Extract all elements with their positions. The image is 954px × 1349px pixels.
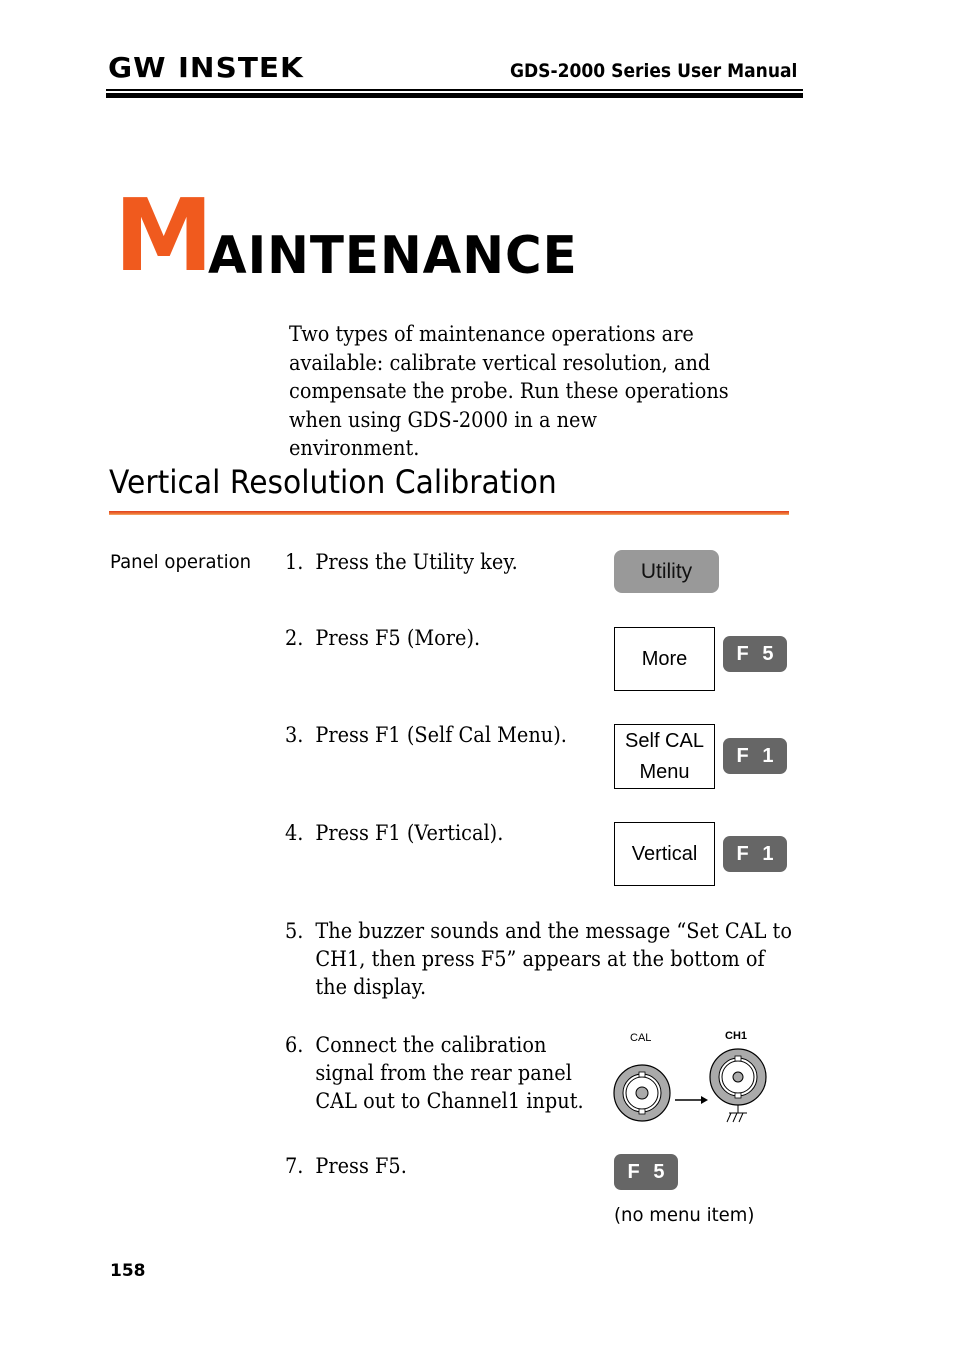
f5-key[interactable]: F 5 (614, 1154, 678, 1190)
chapter-title: AINTENANCE (208, 226, 578, 286)
self-cal-menu-softkey[interactable]: Self CAL Menu (614, 724, 715, 789)
header-rule-thick (106, 93, 803, 98)
more-softkey[interactable]: More (614, 627, 715, 691)
softkey-line: Menu (639, 760, 690, 783)
utility-key[interactable]: Utility (614, 550, 719, 593)
ch1-bnc-connector-icon (709, 1048, 767, 1106)
softkey-line: Self CAL (625, 729, 704, 752)
f1-key[interactable]: F 1 (723, 738, 787, 774)
chapter-initial: M (114, 177, 214, 294)
step-number: 5. (285, 919, 304, 943)
step-number: 7. (285, 1154, 304, 1178)
f5-key[interactable]: F 5 (723, 636, 787, 672)
step-text: Press the Utility key. (315, 550, 518, 574)
cal-to-ch1-diagram (613, 1048, 767, 1123)
section-rule (109, 511, 789, 515)
page-number: 158 (110, 1261, 146, 1281)
manual-title: GDS-2000 Series User Manual (509, 60, 797, 82)
step-text: Press F1 (Self Cal Menu). (315, 723, 567, 747)
arrow-right-icon (675, 1096, 708, 1104)
step-number: 3. (285, 723, 304, 747)
ch1-label: CH1 (725, 1030, 748, 1042)
cal-bnc-connector-icon (613, 1064, 671, 1122)
step-text: Press F5. (315, 1154, 407, 1178)
step-number: 4. (285, 821, 304, 845)
panel-operation-label: Panel operation (110, 551, 252, 573)
vertical-softkey[interactable]: Vertical (614, 822, 715, 886)
step-text: Press F5 (More). (315, 626, 481, 650)
chapter-intro: Two types of maintenance operations are … (289, 322, 729, 460)
step-number: 1. (285, 550, 304, 574)
section-title: Vertical Resolution Calibration (109, 463, 557, 501)
no-menu-item-note: (no menu item) (614, 1204, 755, 1226)
gw-instek-logo: GW INSTEK (108, 51, 304, 84)
f1-key[interactable]: F 1 (723, 836, 787, 872)
header-rule-thin (106, 89, 803, 91)
step-number: 6. (285, 1033, 304, 1057)
step-text: The buzzer sounds and the message “Set C… (315, 919, 792, 999)
step-number: 2. (285, 626, 304, 650)
ground-symbol-icon (726, 1105, 747, 1123)
step-text: Connect the calibration signal from the … (315, 1033, 584, 1113)
step-text: Press F1 (Vertical). (315, 821, 504, 845)
cal-label: CAL (630, 1032, 652, 1044)
